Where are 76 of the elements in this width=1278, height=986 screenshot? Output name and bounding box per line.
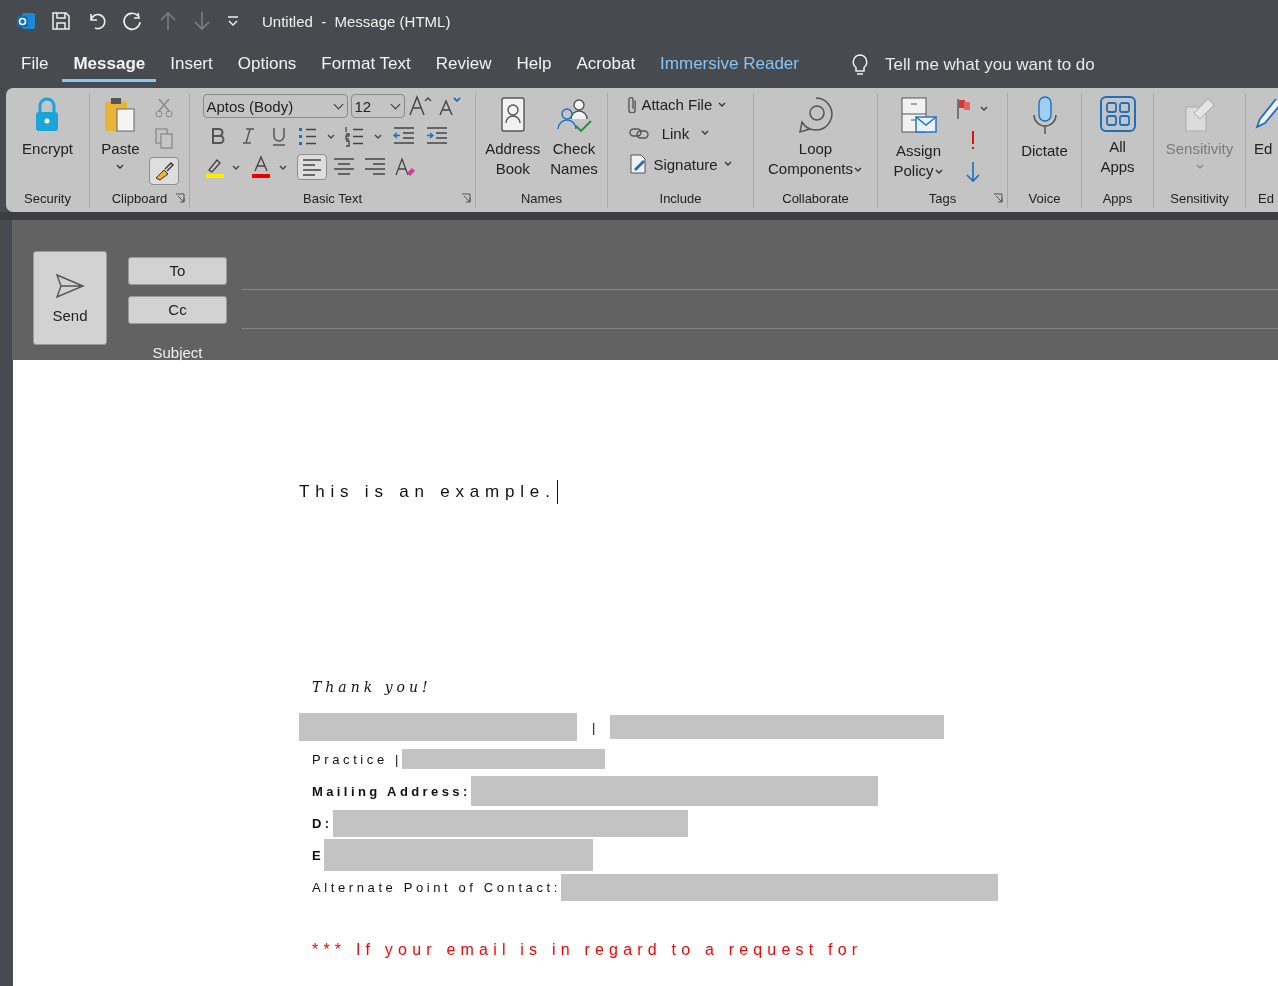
all-apps-button[interactable]: All Apps [1095,93,1140,188]
signature-pen-icon [628,153,649,175]
send-icon [55,272,85,299]
send-button[interactable]: Send [33,251,107,345]
redo-icon[interactable] [122,10,144,32]
signature-text: Mailing Address: [311,783,471,799]
menu-tab[interactable]: Format Text [310,48,422,82]
menu-tab[interactable]: File [10,48,60,82]
editor-button[interactable]: Ed [1254,93,1278,188]
down-arrow-icon[interactable] [192,10,212,32]
grow-font-icon[interactable] [407,94,434,118]
group-label: Security [24,190,71,206]
group-label: Collaborate [782,190,849,206]
dictate-button[interactable]: Dictate [1018,93,1071,188]
group-label: Include [659,190,702,206]
low-importance-icon[interactable] [964,160,981,185]
notice-text: *** If your email is in regard to a request for [311,941,864,959]
signature-text: E [311,847,325,863]
paperclip-icon [628,96,637,113]
up-arrow-icon[interactable] [158,10,178,32]
caret-icon [115,163,126,171]
format-painter-button[interactable] [148,156,179,185]
tell-me-field[interactable]: Tell me what you want to do [883,54,1187,76]
signature-text: Alternate Point of Contact: [311,879,561,895]
caret-icon [717,100,728,109]
menu-tab[interactable]: Review [424,48,503,82]
dialog-launcher-icon[interactable] [175,193,185,203]
caret-icon [722,160,733,168]
font-dropdown[interactable]: Aptos (Body) [202,94,348,118]
menu-tab[interactable]: Help [505,48,563,82]
menu-tab[interactable]: Insert [159,48,224,82]
group-label: Voice [1028,190,1061,206]
menu-tab[interactable]: Immersive Reader [649,48,810,82]
check-names-button[interactable]: Check Names [547,93,601,188]
caret-icon [933,168,944,176]
caret-icon [1194,163,1205,171]
outlook-logo-icon[interactable] [16,11,36,31]
group-label: Tags [928,190,957,206]
save-icon[interactable] [50,10,72,32]
group-label: Sensitivity [1170,190,1229,206]
align-left-icon [300,157,323,177]
customize-caret-icon[interactable] [226,14,240,28]
cc-button[interactable]: Cc [128,295,227,324]
dialog-launcher-icon[interactable] [461,193,471,203]
align-left-button[interactable] [296,154,327,180]
text-cursor [556,480,559,504]
subject-label: Subject [151,344,204,361]
group-label: Apps [1102,190,1133,206]
caret-icon [853,166,864,174]
signature-text: D: [311,815,333,831]
window-title: Untitled - Message (HTML) [262,12,451,30]
link-button[interactable]: Link [626,122,713,144]
closing-text: Thank you! [311,679,433,695]
loop-components-button[interactable]: Loop Components [764,93,867,188]
attach-file-button[interactable]: Attach File [626,95,730,114]
font-size-dropdown[interactable]: 12 [350,94,405,118]
signature-button[interactable]: Signature [626,152,735,176]
group-label: Ed [1258,190,1274,206]
body-text: This is an example. [299,482,556,502]
caret-icon [700,129,711,137]
to-button[interactable]: To [128,256,227,285]
paste-button[interactable]: Paste [98,93,143,188]
menu-tab[interactable]: Acrobat [565,48,647,82]
signature-text: | [591,719,600,735]
assign-policy-button[interactable]: Assign Policy [890,93,947,188]
group-label: Names [520,190,563,206]
address-book-button[interactable]: Address Book [482,93,544,188]
signature-text: Practice | [311,751,402,767]
menu-tab[interactable]: Message [62,48,157,82]
dialog-launcher-icon[interactable] [993,193,1003,203]
encrypt-button[interactable]: Encrypt [19,93,76,188]
group-label: Clipboard [111,190,168,206]
menu-tab[interactable]: Options [226,48,308,82]
apps-grid-icon [1098,95,1137,133]
lightbulb-icon [851,53,869,77]
group-label: Basic Text [303,190,362,206]
